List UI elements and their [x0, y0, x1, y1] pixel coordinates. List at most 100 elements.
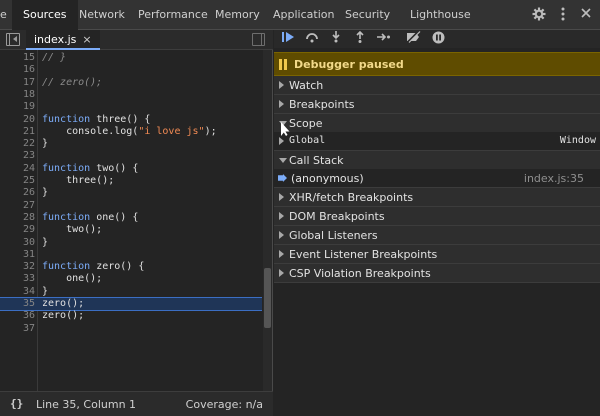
code-line-current[interactable]: 35 zero();: [0, 296, 262, 312]
tab-memory[interactable]: Memory: [215, 0, 260, 30]
line-number[interactable]: 36: [0, 310, 35, 322]
kebab-menu-icon[interactable]: [555, 7, 571, 23]
line-number[interactable]: 21: [0, 126, 35, 138]
code-line[interactable]: 34}: [0, 286, 262, 298]
line-number[interactable]: 15: [0, 52, 35, 64]
code-line[interactable]: 24 function two() {: [0, 163, 262, 175]
code-line[interactable]: 21 console.log("i love js");: [0, 126, 262, 138]
code-line[interactable]: 20 function three() {: [0, 114, 262, 126]
line-number[interactable]: 27: [0, 200, 35, 212]
code-line[interactable]: 33 one();: [0, 273, 262, 285]
code-area[interactable]: 15 // } 16 17 // zero(); 18 19 20 function three…: [0, 50, 262, 416]
toggle-debugger-icon[interactable]: [252, 33, 265, 46]
toggle-navigator-icon[interactable]: [6, 33, 20, 46]
close-icon[interactable]: [578, 7, 594, 23]
section-xhr-breakpoints[interactable]: XHR/fetch Breakpoints: [274, 188, 600, 207]
deactivate-breakpoints-icon[interactable]: [406, 30, 422, 47]
section-call-stack[interactable]: Call Stack: [274, 151, 600, 170]
scope-global-row[interactable]: Global Window: [274, 132, 600, 151]
section-breakpoints[interactable]: Breakpoints: [274, 95, 600, 114]
expand-arrow-icon: [279, 231, 284, 239]
step-icon[interactable]: [376, 31, 392, 47]
tab-application[interactable]: Application: [273, 0, 334, 30]
devtools-tab-bar: e Sources Network Performance Memory App…: [0, 0, 600, 30]
code-line[interactable]: 25 three();: [0, 175, 262, 187]
code-line[interactable]: 19: [0, 101, 262, 113]
expand-arrow-icon: [279, 100, 284, 108]
section-xhr-label: XHR/fetch Breakpoints: [289, 191, 414, 204]
line-number[interactable]: 18: [0, 89, 35, 101]
line-number[interactable]: 31: [0, 249, 35, 261]
tab-network[interactable]: Network: [79, 0, 125, 30]
code-line[interactable]: 31: [0, 249, 262, 261]
section-scope[interactable]: Scope: [274, 114, 600, 133]
code-line[interactable]: 37: [0, 323, 262, 335]
step-out-icon[interactable]: [352, 30, 368, 47]
line-number[interactable]: 37: [0, 323, 35, 335]
line-number[interactable]: 16: [0, 64, 35, 76]
code-line[interactable]: 15 // }: [0, 52, 262, 64]
expand-arrow-icon: [279, 81, 284, 89]
file-tab-close-icon[interactable]: ×: [82, 33, 91, 46]
line-number[interactable]: 34: [0, 286, 35, 298]
line-number[interactable]: 33: [0, 273, 35, 285]
code-line[interactable]: 17 // zero();: [0, 77, 262, 89]
code-line[interactable]: 36 zero();: [0, 310, 262, 322]
line-number[interactable]: 26: [0, 187, 35, 199]
line-number[interactable]: 20: [0, 114, 35, 126]
call-frame-location[interactable]: index.js:35: [524, 172, 584, 185]
code-line[interactable]: 30}: [0, 237, 262, 249]
editor-scrollbar-thumb[interactable]: [264, 268, 271, 328]
resume-icon[interactable]: [280, 31, 296, 47]
code-line[interactable]: 29 two();: [0, 224, 262, 236]
line-number[interactable]: 22: [0, 138, 35, 150]
line-number[interactable]: 19: [0, 101, 35, 113]
tab-lighthouse[interactable]: Lighthouse: [410, 0, 471, 30]
line-number[interactable]: 32: [0, 261, 35, 273]
file-tab-index-js[interactable]: index.js ×: [26, 30, 100, 50]
section-global-listeners[interactable]: Global Listeners: [274, 226, 600, 245]
pause-on-exceptions-icon[interactable]: [430, 31, 446, 47]
debugger-sidebar: Debugger paused Watch Breakpoints Scope …: [274, 30, 600, 416]
tab-security[interactable]: Security: [345, 0, 390, 30]
expand-arrow-icon: [279, 250, 284, 258]
source-editor-pane: index.js × 15 // } 16 17 // zero(); 18 19 20 func…: [0, 30, 273, 416]
line-number[interactable]: 24: [0, 163, 35, 175]
tab-performance[interactable]: Performance: [138, 0, 208, 30]
line-number[interactable]: 25: [0, 175, 35, 187]
tab-elements-partial[interactable]: e: [0, 0, 12, 30]
call-frame-anonymous[interactable]: (anonymous) index.js:35: [274, 169, 600, 188]
expand-arrow-icon: [279, 212, 284, 220]
line-number[interactable]: 23: [0, 150, 35, 162]
code-line[interactable]: 18: [0, 89, 262, 101]
section-csp-violation-breakpoints[interactable]: CSP Violation Breakpoints: [274, 264, 600, 283]
tab-sources[interactable]: Sources: [12, 0, 78, 30]
code-line[interactable]: 23: [0, 150, 262, 162]
code-line-text: function zero() {: [42, 261, 145, 273]
step-into-icon[interactable]: [328, 31, 344, 47]
line-number[interactable]: 17: [0, 77, 35, 89]
pretty-print-button[interactable]: {}: [10, 397, 23, 410]
code-line[interactable]: 27: [0, 200, 262, 212]
section-event-listener-breakpoints[interactable]: Event Listener Breakpoints: [274, 245, 600, 264]
line-number[interactable]: 28: [0, 212, 35, 224]
line-number[interactable]: 35: [0, 298, 35, 310]
section-dom-breakpoints[interactable]: DOM Breakpoints: [274, 207, 600, 226]
step-over-icon[interactable]: [304, 31, 320, 47]
editor-scrollbar[interactable]: [263, 50, 272, 400]
code-line[interactable]: 22}: [0, 138, 262, 150]
line-number[interactable]: 30: [0, 237, 35, 249]
code-line-text: two();: [42, 224, 103, 236]
gear-icon[interactable]: [531, 7, 547, 23]
code-line-text: three();: [42, 175, 115, 186]
section-breakpoints-label: Breakpoints: [289, 98, 355, 111]
file-tab-label: index.js: [34, 33, 77, 46]
section-watch[interactable]: Watch: [274, 76, 600, 95]
line-number[interactable]: 29: [0, 224, 35, 236]
code-line[interactable]: 32 function zero() {: [0, 261, 262, 273]
code-line[interactable]: 26}: [0, 187, 262, 199]
scope-global-name: Global: [289, 135, 326, 146]
expand-arrow-icon: [279, 137, 284, 145]
code-line[interactable]: 28 function one() {: [0, 212, 262, 224]
code-line[interactable]: 16: [0, 64, 262, 76]
